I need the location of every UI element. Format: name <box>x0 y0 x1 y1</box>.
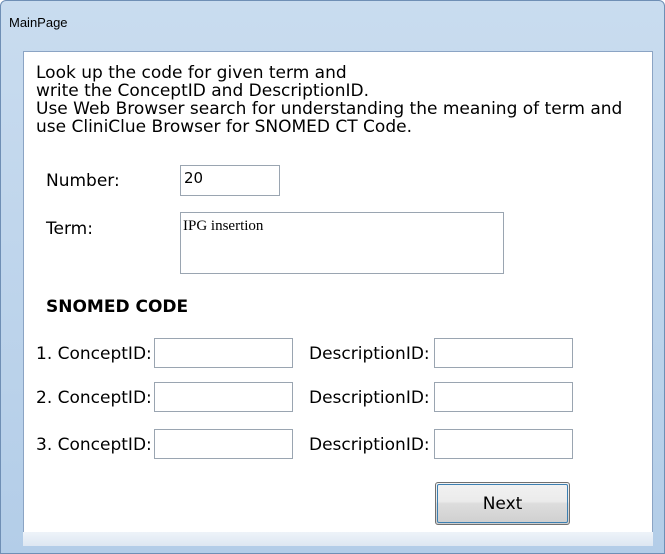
description-label-2: DescriptionID: <box>309 388 430 408</box>
number-label: Number: <box>46 171 120 191</box>
description-id-field-1[interactable] <box>434 338 573 368</box>
main-window: MainPage Look up the code for given term… <box>0 0 665 554</box>
title-bar[interactable]: MainPage <box>1 1 664 45</box>
description-id-field-2[interactable] <box>434 382 573 412</box>
snomed-heading: SNOMED CODE <box>46 297 189 317</box>
concept-label-2: 2. ConceptID: <box>36 388 152 408</box>
instruction-line: Use Web Browser search for understanding… <box>36 99 623 119</box>
number-field[interactable]: 20 <box>180 165 280 196</box>
term-value: IPG insertion <box>183 218 264 234</box>
next-button-label: Next <box>482 493 523 514</box>
client-area: Look up the code for given term and writ… <box>23 51 653 533</box>
concept-id-field-3[interactable] <box>154 429 293 459</box>
term-label: Term: <box>46 219 93 239</box>
description-label-1: DescriptionID: <box>309 344 430 364</box>
window-title: MainPage <box>9 15 68 30</box>
status-strip <box>23 532 653 546</box>
description-label-3: DescriptionID: <box>309 435 430 455</box>
instructions-text: Look up the code for given term and writ… <box>36 64 636 136</box>
number-value: 20 <box>184 169 204 187</box>
instruction-line: use CliniClue Browser for SNOMED CT Code… <box>36 117 412 137</box>
instruction-line: write the ConceptID and DescriptionID. <box>36 81 369 101</box>
concept-label-1: 1. ConceptID: <box>36 344 152 364</box>
term-field[interactable]: IPG insertion <box>180 212 504 274</box>
next-button[interactable]: Next <box>435 482 570 525</box>
concept-id-field-1[interactable] <box>154 338 293 368</box>
concept-id-field-2[interactable] <box>154 382 293 412</box>
instruction-line: Look up the code for given term and <box>36 63 347 83</box>
description-id-field-3[interactable] <box>434 429 573 459</box>
concept-label-3: 3. ConceptID: <box>36 435 152 455</box>
